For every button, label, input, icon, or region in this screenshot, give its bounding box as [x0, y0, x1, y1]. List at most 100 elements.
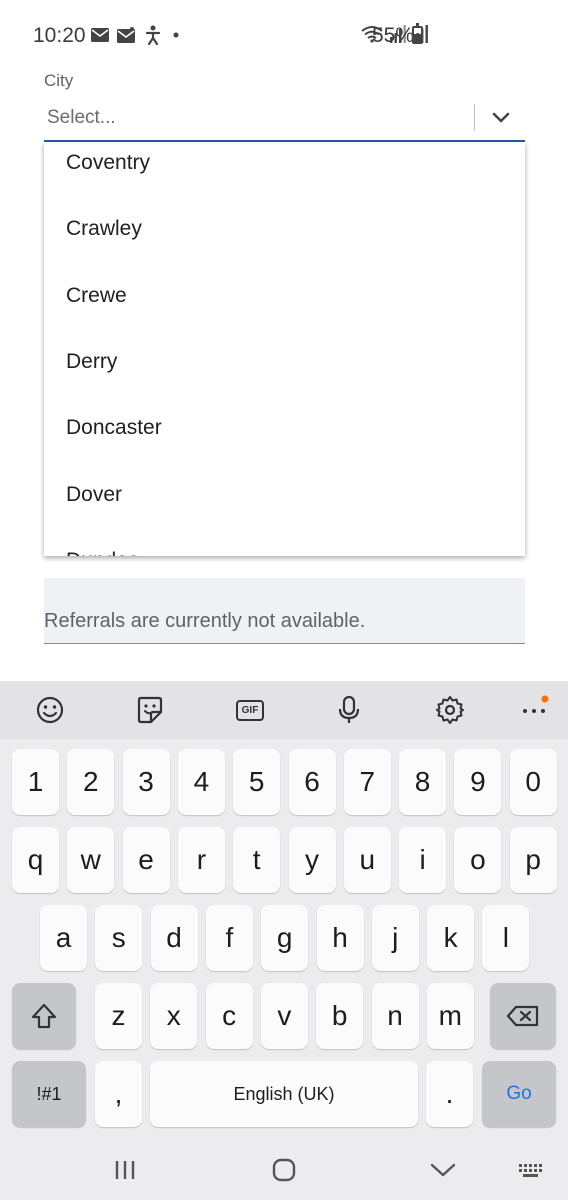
key-0[interactable]: 0 — [509, 749, 557, 815]
backspace-icon — [506, 1005, 539, 1027]
key-d-label: d — [166, 922, 182, 953]
symbols-key[interactable]: !#1 — [12, 1061, 86, 1127]
recent-apps-icon[interactable] — [110, 1156, 140, 1184]
key-b[interactable]: b — [316, 983, 364, 1049]
key-q[interactable]: q — [12, 827, 59, 893]
city-select[interactable]: Select... — [44, 96, 525, 142]
status-time: 10:20 — [33, 24, 86, 47]
dot-icon — [173, 32, 179, 38]
key-c[interactable]: c — [205, 983, 253, 1049]
key-4[interactable]: 4 — [177, 749, 225, 815]
key-5-label: 5 — [248, 766, 265, 797]
key-u-label: u — [359, 844, 376, 875]
microphone-icon[interactable] — [333, 694, 365, 726]
key-o-label: o — [470, 844, 486, 875]
dropdown-option[interactable]: Derry — [44, 329, 525, 395]
key-f-label: f — [225, 922, 234, 953]
key-f[interactable]: f — [205, 905, 253, 971]
sticker-icon[interactable] — [134, 694, 166, 726]
go-key[interactable]: Go — [482, 1061, 556, 1127]
dropdown-option[interactable]: Crawley — [44, 196, 525, 262]
key-e[interactable]: e — [122, 827, 170, 893]
emoji-icon[interactable] — [34, 694, 66, 726]
key-v[interactable]: v — [260, 983, 308, 1049]
key-y-label: y — [305, 844, 319, 875]
key-m[interactable]: m — [426, 983, 474, 1049]
key-k[interactable]: k — [427, 905, 475, 971]
shift-icon — [31, 1003, 57, 1029]
key-y[interactable]: y — [288, 827, 336, 893]
go-key-label: Go — [506, 1083, 532, 1104]
period-key[interactable]: . — [426, 1061, 473, 1127]
notification-icons — [91, 25, 181, 45]
backspace-key[interactable] — [490, 983, 556, 1049]
key-t-label: t — [252, 844, 261, 875]
dropdown-option[interactable]: Dundee — [44, 528, 525, 556]
key-a[interactable]: a — [40, 905, 87, 971]
key-p[interactable]: p — [509, 827, 557, 893]
dropdown-option[interactable]: Dover — [44, 462, 525, 528]
gif-label: GIF — [235, 699, 265, 721]
key-4-label: 4 — [193, 766, 210, 797]
key-j[interactable]: j — [371, 905, 419, 971]
mail-icon — [91, 28, 109, 42]
key-o[interactable]: o — [454, 827, 502, 893]
more-icon[interactable] — [518, 694, 550, 726]
space-key[interactable]: English (UK) — [150, 1061, 418, 1127]
key-d[interactable]: d — [150, 905, 198, 971]
comma-key[interactable]: , — [95, 1061, 142, 1127]
key-z[interactable]: z — [95, 983, 142, 1049]
key-7[interactable]: 7 — [343, 749, 391, 815]
select-divider — [474, 104, 475, 131]
key-1[interactable]: 1 — [12, 749, 59, 815]
settings-icon[interactable] — [434, 694, 466, 726]
key-g[interactable]: g — [261, 905, 309, 971]
key-q-label: q — [27, 844, 44, 875]
dropdown-option[interactable]: Doncaster — [44, 395, 525, 461]
key-3[interactable]: 3 — [122, 749, 170, 815]
referrals-notice: Referrals are currently not available. — [44, 610, 366, 632]
key-t[interactable]: t — [233, 827, 281, 893]
key-x[interactable]: x — [150, 983, 198, 1049]
key-2-label: 2 — [83, 766, 99, 797]
key-5[interactable]: 5 — [233, 749, 281, 815]
key-i-label: i — [419, 844, 426, 875]
key-u[interactable]: u — [343, 827, 391, 893]
period-key-label: . — [445, 1078, 454, 1109]
keyboard-switch-icon[interactable] — [517, 1156, 547, 1184]
key-n[interactable]: n — [371, 983, 419, 1049]
key-h[interactable]: h — [316, 905, 364, 971]
city-select-value[interactable]: Select... — [47, 107, 116, 129]
key-r-label: r — [196, 844, 207, 875]
key-l[interactable]: l — [482, 905, 530, 971]
city-dropdown-menu[interactable]: CoventryCrawleyCreweDerryDoncasterDoverD… — [44, 142, 525, 556]
key-s[interactable]: s — [95, 905, 143, 971]
key-r[interactable]: r — [177, 827, 225, 893]
key-9[interactable]: 9 — [454, 749, 502, 815]
key-1-label: 1 — [27, 766, 44, 797]
battery-percentage: 55% — [372, 24, 415, 47]
dropdown-option[interactable]: Coventry — [44, 142, 525, 196]
key-w[interactable]: w — [67, 827, 115, 893]
key-6-label: 6 — [304, 766, 320, 797]
key-l-label: l — [502, 922, 509, 953]
key-9-label: 9 — [470, 766, 486, 797]
city-label: City — [44, 71, 74, 90]
key-z-label: z — [111, 1000, 126, 1031]
key-g-label: g — [276, 922, 293, 953]
key-8[interactable]: 8 — [399, 749, 447, 815]
gif-icon[interactable]: GIF — [234, 694, 266, 726]
home-icon[interactable] — [269, 1156, 299, 1184]
key-i[interactable]: i — [399, 827, 447, 893]
key-2[interactable]: 2 — [67, 749, 115, 815]
chevron-down-icon[interactable] — [490, 106, 512, 128]
key-6[interactable]: 6 — [288, 749, 336, 815]
dropdown-option[interactable]: Crewe — [44, 263, 525, 329]
key-x-label: x — [166, 1000, 181, 1031]
key-c-label: c — [222, 1000, 237, 1031]
key-7-label: 7 — [359, 766, 376, 797]
keyboard-keys: 1 2 3 4 5 6 7 8 9 0 q w e r t y u i o p a s d f g h j k l z x c v b n m !#1,… — [0, 739, 568, 1139]
shift-key[interactable] — [12, 983, 76, 1049]
hide-keyboard-icon[interactable] — [428, 1156, 458, 1184]
accessibility-icon — [145, 25, 161, 45]
